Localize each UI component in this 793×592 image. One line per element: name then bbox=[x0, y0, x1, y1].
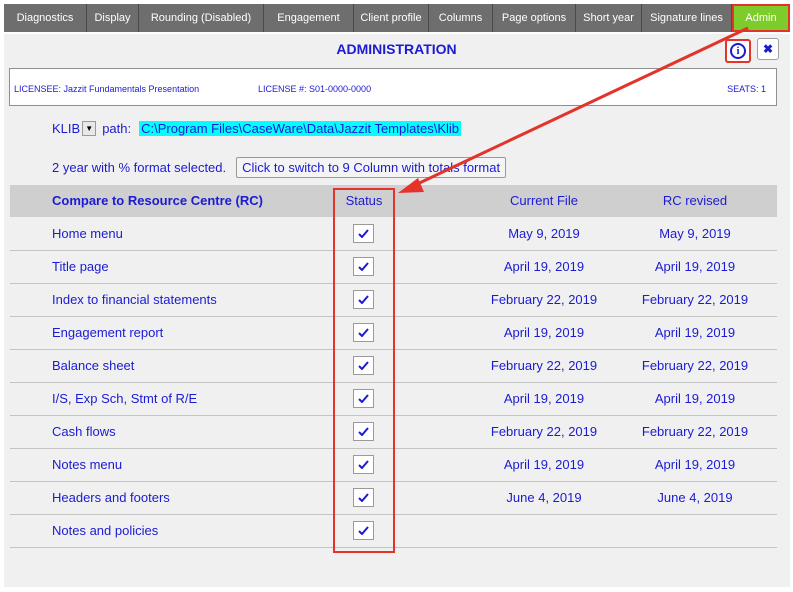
row-name-link[interactable]: Headers and footers bbox=[52, 490, 170, 505]
chevron-down-icon[interactable]: ▼ bbox=[82, 121, 97, 136]
current-file-date: February 22, 2019 bbox=[490, 424, 598, 439]
license-number-text: LICENSE #: S01-0000-0000 bbox=[258, 84, 372, 94]
column-header-name: Compare to Resource Centre (RC) bbox=[52, 193, 263, 208]
current-file-date: April 19, 2019 bbox=[503, 457, 585, 472]
current-file-date: June 4, 2019 bbox=[506, 490, 582, 505]
row-name-link[interactable]: Index to financial statements bbox=[52, 292, 217, 307]
licensee-text: LICENSEE: Jazzit Fundamentals Presentati… bbox=[14, 84, 200, 94]
klib-dropdown-value: KLIB bbox=[52, 121, 81, 136]
rc-revised-date: April 19, 2019 bbox=[654, 325, 736, 340]
rc-revised-date: June 4, 2019 bbox=[657, 490, 733, 505]
tab-page-options[interactable]: Page options bbox=[493, 4, 576, 32]
tab-admin[interactable]: Admin bbox=[732, 4, 790, 32]
rc-revised-date: April 19, 2019 bbox=[654, 457, 736, 472]
page-title: ADMINISTRATION bbox=[336, 41, 457, 57]
tab-display[interactable]: Display bbox=[87, 4, 139, 32]
column-header-rc: RC revised bbox=[662, 193, 728, 208]
path-label: path: bbox=[102, 121, 132, 136]
current-file-date: February 22, 2019 bbox=[490, 358, 598, 373]
column-header-current: Current File bbox=[510, 193, 578, 208]
rc-revised-date: April 19, 2019 bbox=[654, 391, 736, 406]
current-file-date: April 19, 2019 bbox=[503, 259, 585, 274]
rc-revised-date: February 22, 2019 bbox=[641, 424, 749, 439]
row-name-link[interactable]: I/S, Exp Sch, Stmt of R/E bbox=[52, 391, 197, 406]
info-button[interactable]: i bbox=[725, 39, 751, 63]
info-icon: i bbox=[730, 43, 746, 59]
current-file-date: April 19, 2019 bbox=[503, 325, 585, 340]
tab-engagement[interactable]: Engagement bbox=[264, 4, 354, 32]
row-name-link[interactable]: Notes and policies bbox=[52, 523, 158, 538]
tab-signature-lines[interactable]: Signature lines bbox=[642, 4, 732, 32]
rc-revised-date: February 22, 2019 bbox=[641, 292, 749, 307]
format-row: 2 year with % format selected. Click to … bbox=[52, 157, 507, 178]
switch-format-button[interactable]: Click to switch to 9 Column with totals … bbox=[236, 157, 507, 178]
row-name-link[interactable]: Home menu bbox=[52, 226, 123, 241]
row-name-link[interactable]: Engagement report bbox=[52, 325, 163, 340]
klib-dropdown[interactable]: KLIB ▼ bbox=[52, 121, 97, 136]
tab-rounding[interactable]: Rounding (Disabled) bbox=[139, 4, 264, 32]
klib-path-value: C:\Program Files\CaseWare\Data\Jazzit Te… bbox=[139, 121, 461, 136]
format-status-text: 2 year with % format selected. bbox=[52, 160, 227, 175]
row-name-link[interactable]: Cash flows bbox=[52, 424, 116, 439]
rc-revised-date: May 9, 2019 bbox=[659, 226, 731, 241]
row-name-link[interactable]: Title page bbox=[52, 259, 109, 274]
klib-path-row: KLIB ▼ path: C:\Program Files\CaseWare\D… bbox=[52, 121, 461, 136]
tab-diagnostics[interactable]: Diagnostics bbox=[4, 4, 87, 32]
tab-columns[interactable]: Columns bbox=[429, 4, 493, 32]
close-button[interactable]: ✖ bbox=[757, 38, 779, 60]
row-name-link[interactable]: Notes menu bbox=[52, 457, 122, 472]
tab-short-year[interactable]: Short year bbox=[576, 4, 642, 32]
status-column-highlight bbox=[333, 188, 395, 553]
current-file-date: February 22, 2019 bbox=[490, 292, 598, 307]
tab-client-profile[interactable]: Client profile bbox=[354, 4, 429, 32]
tab-bar: Diagnostics Display Rounding (Disabled) … bbox=[4, 4, 790, 32]
current-file-date: April 19, 2019 bbox=[503, 391, 585, 406]
current-file-date: May 9, 2019 bbox=[508, 226, 580, 241]
row-name-link[interactable]: Balance sheet bbox=[52, 358, 134, 373]
license-box: LICENSEE: Jazzit Fundamentals Presentati… bbox=[9, 68, 777, 106]
seats-text: SEATS: 1 bbox=[727, 84, 766, 94]
rc-revised-date: April 19, 2019 bbox=[654, 259, 736, 274]
close-icon: ✖ bbox=[762, 42, 774, 56]
rc-revised-date: February 22, 2019 bbox=[641, 358, 749, 373]
